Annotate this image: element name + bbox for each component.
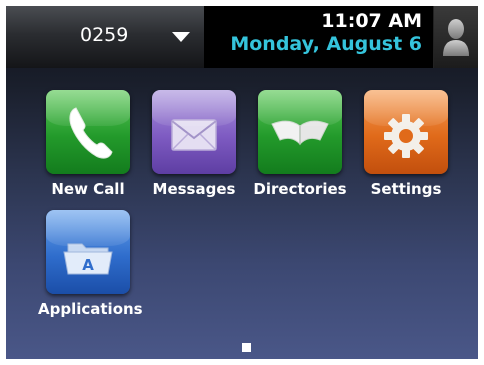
- time-display: 11:07 AM: [321, 10, 422, 32]
- app-messages[interactable]: Messages: [144, 90, 244, 198]
- app-new-call[interactable]: New Call: [38, 90, 138, 198]
- svg-text:A: A: [82, 256, 94, 274]
- applications-tile: A: [46, 210, 130, 294]
- new-call-label: New Call: [51, 180, 125, 198]
- folder-icon: A: [63, 243, 113, 275]
- app-directories[interactable]: Directories: [250, 90, 350, 198]
- app-applications[interactable]: A Applications: [38, 210, 143, 318]
- settings-tile: [364, 90, 448, 174]
- open-book-icon: [271, 120, 329, 146]
- envelope-icon: [171, 119, 217, 151]
- messages-label: Messages: [152, 180, 236, 198]
- date-display: Monday, August 6: [230, 33, 422, 55]
- clock: 11:07 AM Monday, August 6: [202, 10, 422, 56]
- line-number: 0259: [80, 24, 129, 46]
- user-avatar[interactable]: [433, 6, 478, 68]
- chevron-down-icon: [172, 32, 190, 42]
- phone-home-screen: 0259 11:07 AM Monday, August 6 New Call …: [6, 6, 478, 359]
- status-bar: 0259 11:07 AM Monday, August 6: [6, 6, 478, 68]
- messages-tile: [152, 90, 236, 174]
- phone-handset-icon: [69, 107, 113, 159]
- line-selector[interactable]: 0259: [6, 6, 204, 68]
- applications-label: Applications: [38, 300, 143, 318]
- directories-tile: [258, 90, 342, 174]
- person-silhouette-icon: [443, 19, 469, 56]
- page-indicator-dot: [242, 343, 251, 352]
- app-settings[interactable]: Settings: [356, 90, 456, 198]
- new-call-tile: [46, 90, 130, 174]
- settings-label: Settings: [370, 180, 442, 198]
- directories-label: Directories: [253, 180, 347, 198]
- gear-icon: [384, 114, 428, 158]
